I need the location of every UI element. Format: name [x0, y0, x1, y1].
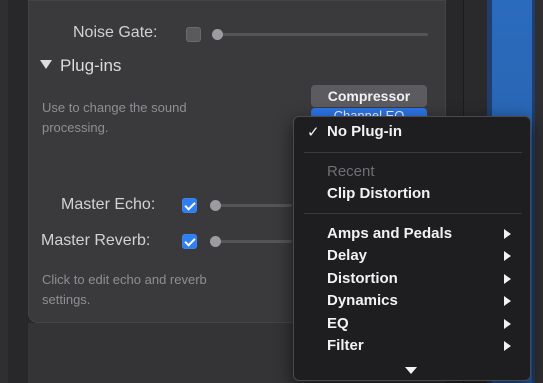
plugins-help-line-1: Use to change the sound — [42, 100, 187, 115]
echo-reverb-help-line-1: Click to edit echo and reverb — [42, 272, 207, 287]
submenu-arrow-icon — [504, 274, 511, 284]
menu-item-eq-label: EQ — [327, 315, 349, 332]
menu-item-dynamics[interactable]: Dynamics — [294, 290, 532, 312]
echo-reverb-help-text: Click to edit echo and reverb settings. — [42, 270, 207, 310]
menu-item-no-plugin[interactable]: ✓ No Plug-in — [294, 121, 532, 143]
menu-item-dynamics-label: Dynamics — [327, 292, 398, 309]
master-echo-slider-knob[interactable] — [210, 200, 221, 211]
plugin-slot-compressor[interactable]: Compressor — [311, 85, 427, 107]
submenu-arrow-icon — [504, 251, 511, 261]
menu-item-clip-distortion[interactable]: Clip Distortion — [294, 183, 532, 205]
menu-item-filter[interactable]: Filter — [294, 335, 532, 357]
plugins-help-line-2: processing. — [42, 120, 109, 135]
menu-recent-header: Recent — [327, 163, 375, 180]
master-reverb-label: Master Reverb: — [41, 232, 151, 249]
master-reverb-slider-track[interactable] — [214, 240, 292, 243]
master-echo-checkbox[interactable] — [182, 198, 197, 213]
submenu-arrow-icon — [504, 229, 511, 239]
checkmark-icon: ✓ — [307, 124, 320, 141]
disclosure-triangle-icon[interactable] — [40, 60, 52, 69]
menu-scroll-down-icon[interactable] — [405, 367, 417, 374]
menu-item-distortion[interactable]: Distortion — [294, 268, 532, 290]
noise-gate-label: Noise Gate: — [73, 24, 158, 41]
menu-item-eq[interactable]: EQ — [294, 313, 532, 335]
plugins-section-heading[interactable]: Plug-ins — [40, 56, 121, 76]
menu-item-amps-and-pedals-label: Amps and Pedals — [327, 225, 453, 242]
plugin-popup-menu: ✓ No Plug-in Recent Clip Distortion Amps… — [293, 116, 531, 381]
menu-item-filter-label: Filter — [327, 337, 364, 354]
menu-item-amps-and-pedals[interactable]: Amps and Pedals — [294, 223, 532, 245]
menu-separator — [304, 152, 522, 153]
master-echo-slider-track[interactable] — [214, 204, 292, 207]
menu-item-delay-label: Delay — [327, 247, 368, 264]
screen: Noise Gate: Use to change the sound proc… — [0, 0, 543, 383]
noise-gate-checkbox[interactable] — [186, 27, 201, 42]
noise-gate-slider-track[interactable] — [216, 33, 428, 36]
menu-item-clip-distortion-label: Clip Distortion — [327, 185, 431, 202]
noise-gate-slider-knob[interactable] — [212, 29, 223, 40]
menu-item-delay[interactable]: Delay — [294, 245, 532, 267]
echo-reverb-help-line-2: settings. — [42, 292, 91, 307]
plugins-heading-label: Plug-ins — [60, 56, 122, 75]
master-echo-label: Master Echo: — [61, 196, 156, 213]
submenu-arrow-icon — [504, 319, 511, 329]
submenu-arrow-icon — [504, 341, 511, 351]
menu-separator — [304, 213, 522, 214]
master-reverb-checkbox[interactable] — [182, 234, 197, 249]
master-reverb-slider-knob[interactable] — [210, 236, 221, 247]
menu-item-distortion-label: Distortion — [327, 270, 398, 287]
menu-item-no-plugin-label: No Plug-in — [327, 123, 402, 140]
plugins-help-text: Use to change the sound processing. — [42, 98, 187, 138]
submenu-arrow-icon — [504, 296, 511, 306]
